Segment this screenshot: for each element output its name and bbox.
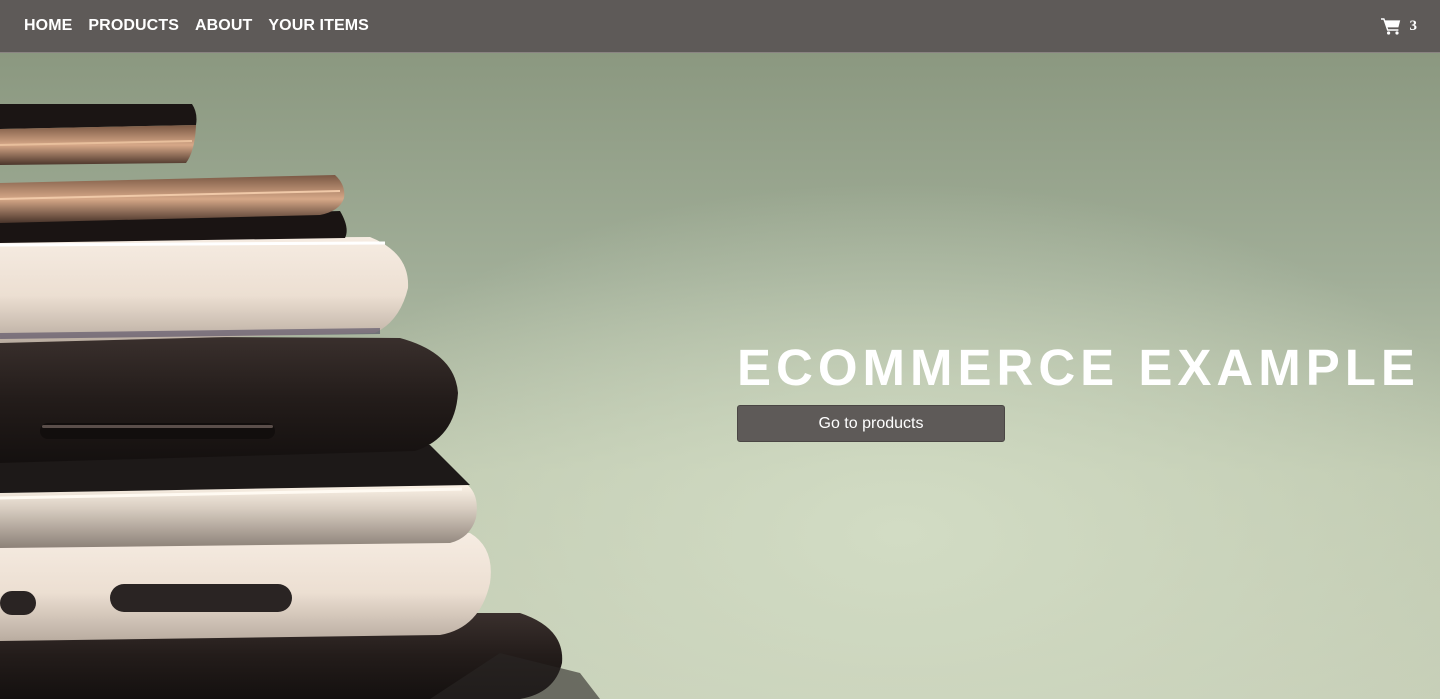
shopping-cart-icon bbox=[1380, 18, 1400, 35]
cart-button[interactable]: 3 bbox=[1380, 0, 1418, 52]
stacked-smartphones-image bbox=[0, 104, 600, 699]
cart-count: 3 bbox=[1409, 17, 1418, 34]
nav-links: HOME PRODUCTS ABOUT YOUR ITEMS bbox=[24, 0, 385, 52]
hero-title: ECOMMERCE EXAMPLE bbox=[737, 339, 1420, 396]
nav-link-your-items[interactable]: YOUR ITEMS bbox=[268, 17, 369, 35]
hero-banner: ECOMMERCE EXAMPLE Go to products bbox=[0, 53, 1440, 699]
go-to-products-button[interactable]: Go to products bbox=[737, 405, 1005, 442]
nav-link-home[interactable]: HOME bbox=[24, 17, 72, 35]
nav-link-products[interactable]: PRODUCTS bbox=[88, 17, 179, 35]
hero-content: ECOMMERCE EXAMPLE Go to products bbox=[737, 340, 1420, 442]
nav-link-about[interactable]: ABOUT bbox=[195, 17, 252, 35]
navbar: HOME PRODUCTS ABOUT YOUR ITEMS 3 bbox=[0, 0, 1440, 53]
